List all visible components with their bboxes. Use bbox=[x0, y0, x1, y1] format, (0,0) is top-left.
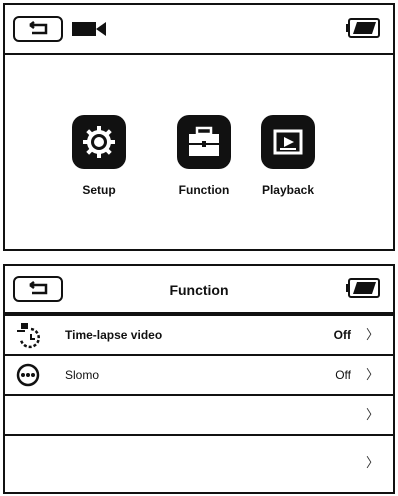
page-title: Function bbox=[169, 282, 229, 298]
setup-tile[interactable]: Setup bbox=[58, 115, 140, 197]
status-bar bbox=[5, 5, 393, 55]
setup-label: Setup bbox=[82, 183, 116, 197]
list-item-empty[interactable]: 〉 bbox=[5, 394, 393, 434]
playback-icon bbox=[273, 129, 303, 155]
chevron-right-icon: 〉 bbox=[365, 407, 379, 422]
slomo-icon bbox=[16, 363, 40, 387]
battery-icon bbox=[346, 278, 380, 298]
time-lapse-label: Time-lapse video bbox=[65, 328, 163, 342]
time-lapse-value: Off bbox=[333, 328, 351, 342]
list-item-time-lapse[interactable]: Time-lapse video Off 〉 bbox=[5, 314, 393, 354]
back-button[interactable] bbox=[13, 16, 63, 42]
slomo-value: Off bbox=[335, 368, 351, 382]
function-tile[interactable]: Function bbox=[163, 115, 245, 197]
slomo-label: Slomo bbox=[65, 368, 100, 382]
function-header: Function bbox=[5, 266, 393, 314]
function-label: Function bbox=[178, 183, 230, 197]
list-item-slomo[interactable]: Slomo Off 〉 bbox=[5, 354, 393, 394]
main-menu-screen: Setup Function Playback bbox=[3, 3, 395, 251]
battery-icon bbox=[346, 18, 380, 38]
chevron-right-icon: 〉 bbox=[365, 367, 379, 382]
function-screen: Function Time-lapse video Off 〉 Slomo Of… bbox=[3, 264, 395, 494]
video-camera-icon bbox=[72, 22, 106, 36]
time-lapse-icon bbox=[17, 323, 40, 349]
toolbox-icon bbox=[189, 126, 219, 156]
list-item-empty[interactable]: 〉 bbox=[5, 434, 393, 492]
chevron-right-icon: 〉 bbox=[365, 455, 379, 470]
chevron-right-icon: 〉 bbox=[365, 327, 379, 342]
back-arrow-icon bbox=[29, 21, 48, 35]
playback-label: Playback bbox=[261, 183, 315, 197]
playback-tile[interactable]: Playback bbox=[247, 115, 329, 197]
gear-icon bbox=[83, 126, 115, 158]
